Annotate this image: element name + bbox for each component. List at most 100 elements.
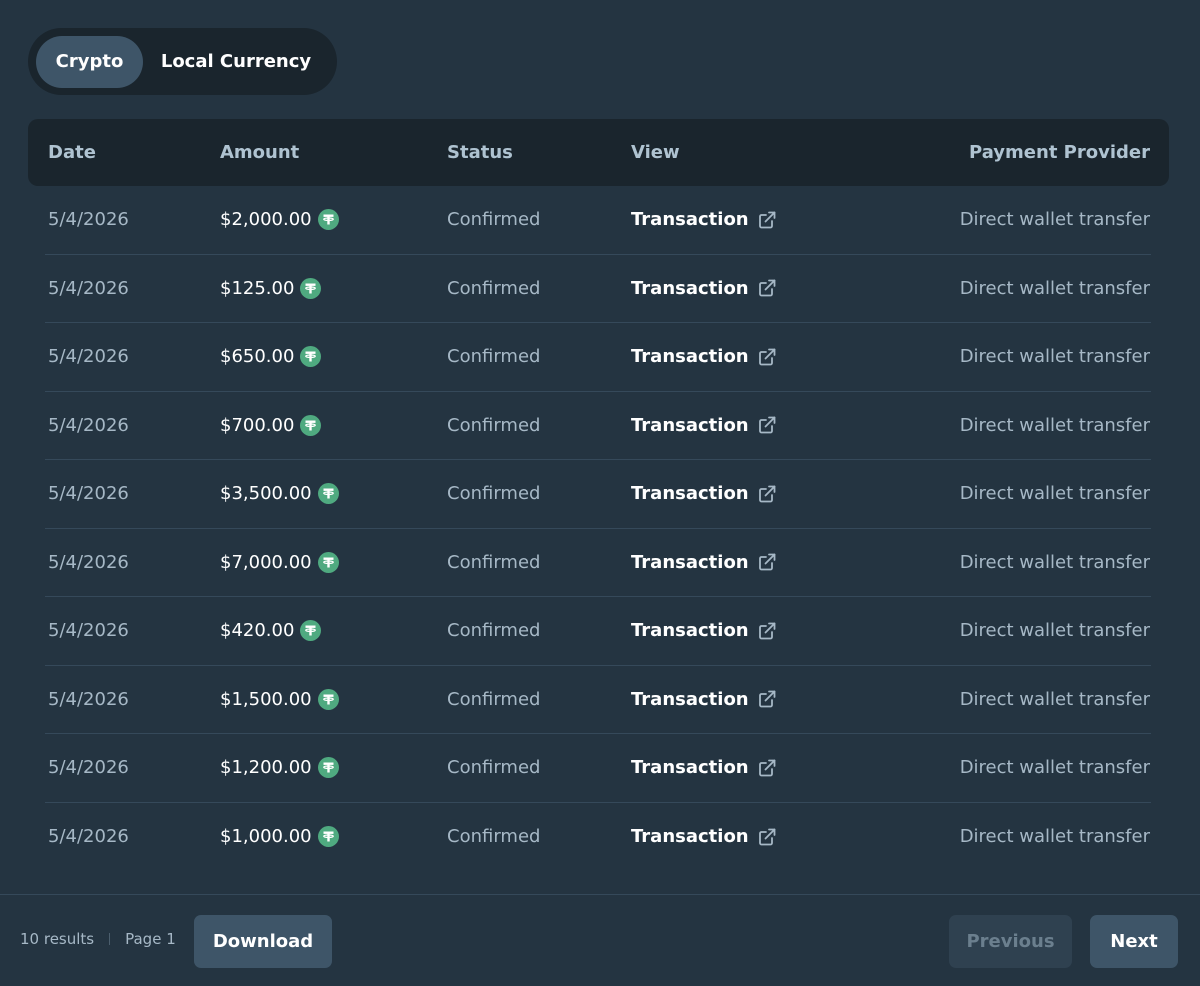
tether-icon (300, 277, 322, 299)
previous-button[interactable]: Previous (949, 915, 1072, 968)
page-number: Page 1 (125, 930, 176, 948)
row-status: Confirmed (447, 483, 541, 505)
amount-value: $420.00 (220, 620, 295, 642)
row-amount: $3,500.00 (220, 483, 339, 505)
external-link-icon[interactable] (757, 415, 777, 435)
tether-icon (300, 620, 322, 642)
row-status: Confirmed (447, 688, 541, 710)
transaction-link-label[interactable]: Transaction (631, 415, 749, 436)
transaction-link-label[interactable]: Transaction (631, 757, 749, 778)
transaction-link[interactable]: Transaction (631, 757, 777, 778)
footer-divider (0, 894, 1200, 895)
external-link-icon[interactable] (757, 484, 777, 504)
transaction-link[interactable]: Transaction (631, 552, 777, 573)
row-amount: $700.00 (220, 414, 322, 436)
next-button[interactable]: Next (1090, 915, 1178, 968)
external-link-icon[interactable] (757, 552, 777, 572)
header-status[interactable]: Status (447, 142, 513, 163)
row-amount: $1,000.00 (220, 826, 339, 848)
header-payment-provider[interactable]: Payment Provider (969, 142, 1150, 163)
transaction-link-label[interactable]: Transaction (631, 346, 749, 367)
row-amount: $1,500.00 (220, 688, 339, 710)
tether-icon (317, 209, 339, 231)
transaction-link[interactable]: Transaction (631, 278, 777, 299)
external-link-icon[interactable] (757, 689, 777, 709)
row-date: 5/4/2026 (48, 757, 129, 779)
table-row: 5/4/2026 $3,500.00 Confirmed Transaction… (45, 460, 1151, 529)
row-amount: $125.00 (220, 277, 322, 299)
row-amount: $7,000.00 (220, 551, 339, 573)
amount-value: $125.00 (220, 277, 295, 299)
table-row: 5/4/2026 $1,200.00 Confirmed Transaction… (45, 734, 1151, 803)
tether-icon (300, 346, 322, 368)
table-row: 5/4/2026 $7,000.00 Confirmed Transaction… (45, 529, 1151, 597)
header-view: View (631, 142, 680, 163)
row-payment-provider: Direct wallet transfer (959, 688, 1150, 710)
transaction-link[interactable]: Transaction (631, 346, 777, 367)
amount-value: $650.00 (220, 346, 295, 368)
row-status: Confirmed (447, 414, 541, 436)
row-payment-provider: Direct wallet transfer (959, 620, 1150, 642)
row-status: Confirmed (447, 209, 541, 231)
amount-value: $2,000.00 (220, 209, 312, 231)
row-status: Confirmed (447, 757, 541, 779)
row-date: 5/4/2026 (48, 346, 129, 368)
row-date: 5/4/2026 (48, 414, 129, 436)
amount-value: $7,000.00 (220, 551, 312, 573)
transaction-link-label[interactable]: Transaction (631, 826, 749, 847)
row-date: 5/4/2026 (48, 209, 129, 231)
table-row: 5/4/2026 $650.00 Confirmed Transaction D… (45, 323, 1151, 392)
external-link-icon[interactable] (757, 210, 777, 230)
tether-icon (317, 826, 339, 848)
amount-value: $1,000.00 (220, 826, 312, 848)
external-link-icon[interactable] (757, 827, 777, 847)
transaction-link-label[interactable]: Transaction (631, 278, 749, 299)
transaction-link-label[interactable]: Transaction (631, 620, 749, 641)
transaction-link[interactable]: Transaction (631, 689, 777, 710)
transaction-link-label[interactable]: Transaction (631, 209, 749, 230)
row-date: 5/4/2026 (48, 277, 129, 299)
row-payment-provider: Direct wallet transfer (959, 277, 1150, 299)
row-status: Confirmed (447, 346, 541, 368)
row-payment-provider: Direct wallet transfer (959, 757, 1150, 779)
row-amount: $420.00 (220, 620, 322, 642)
table-row: 5/4/2026 $125.00 Confirmed Transaction D… (45, 255, 1151, 323)
transaction-link[interactable]: Transaction (631, 209, 777, 230)
external-link-icon[interactable] (757, 278, 777, 298)
amount-value: $700.00 (220, 414, 295, 436)
external-link-icon[interactable] (757, 758, 777, 778)
table-body: 5/4/2026 $2,000.00 Confirmed Transaction… (28, 186, 1169, 871)
transaction-link-label[interactable]: Transaction (631, 552, 749, 573)
row-payment-provider: Direct wallet transfer (959, 209, 1150, 231)
results-count: 10 results (20, 930, 95, 948)
row-payment-provider: Direct wallet transfer (959, 483, 1150, 505)
table-row: 5/4/2026 $700.00 Confirmed Transaction D… (45, 392, 1151, 460)
row-status: Confirmed (447, 551, 541, 573)
transaction-link[interactable]: Transaction (631, 826, 777, 847)
external-link-icon[interactable] (757, 621, 777, 641)
transaction-link-label[interactable]: Transaction (631, 689, 749, 710)
table-header: Date Amount Status View Payment Provider (28, 119, 1169, 186)
tether-icon (317, 483, 339, 505)
transaction-link[interactable]: Transaction (631, 415, 777, 436)
amount-value: $1,200.00 (220, 757, 312, 779)
row-amount: $1,200.00 (220, 757, 339, 779)
transaction-link[interactable]: Transaction (631, 483, 777, 504)
table-row: 5/4/2026 $2,000.00 Confirmed Transaction… (45, 186, 1151, 255)
transaction-link[interactable]: Transaction (631, 620, 777, 641)
toggle-crypto-button[interactable]: Crypto (36, 35, 143, 88)
toggle-local-currency-button[interactable]: Local Currency (143, 36, 329, 88)
header-amount[interactable]: Amount (220, 142, 299, 163)
row-payment-provider: Direct wallet transfer (959, 551, 1150, 573)
header-date[interactable]: Date (48, 142, 96, 163)
row-date: 5/4/2026 (48, 826, 129, 848)
tether-icon (317, 551, 339, 573)
download-button[interactable]: Download (194, 915, 332, 968)
transaction-link-label[interactable]: Transaction (631, 483, 749, 504)
table-row: 5/4/2026 $1,500.00 Confirmed Transaction… (45, 666, 1151, 734)
row-date: 5/4/2026 (48, 688, 129, 710)
row-date: 5/4/2026 (48, 551, 129, 573)
amount-value: $1,500.00 (220, 688, 312, 710)
external-link-icon[interactable] (757, 347, 777, 367)
amount-value: $3,500.00 (220, 483, 312, 505)
